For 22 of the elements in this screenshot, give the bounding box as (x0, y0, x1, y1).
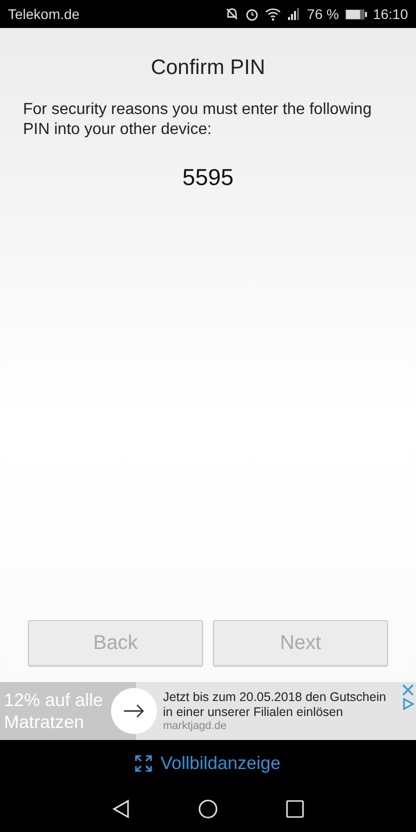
battery-icon (344, 8, 367, 20)
ad-banner[interactable]: 12% auf alle Matratzen Jetzt bis zum 20.05.2018 den Gutschein in einer unserer Filialen einlösen marktjagd.de (0, 682, 416, 740)
mute-icon (225, 7, 240, 21)
pin-code: 5595 (181, 164, 235, 191)
fullscreen-link[interactable]: Vollbildanzeige (0, 740, 416, 786)
back-icon[interactable] (112, 799, 130, 819)
carrier-name: Telekom.de (8, 6, 80, 22)
battery-percentage: 76 % (307, 6, 339, 22)
wifi-icon (265, 8, 282, 20)
arrow-icon (123, 704, 145, 718)
signal-icon (287, 8, 302, 20)
instruction-text: For security reasons you must enter the following PIN into your other device: (23, 100, 373, 140)
ad-headline: 12% auf alle Matratzen (4, 689, 104, 733)
ad-domain: marktjagd.de (163, 720, 228, 732)
alarm-icon (245, 7, 260, 21)
ad-text: Jetzt bis zum 20.05.2018 den Gutschein in einer unserer Filialen einlösen (163, 690, 388, 720)
arrow-button[interactable] (111, 688, 157, 734)
recents-icon[interactable] (286, 800, 304, 818)
expand-icon (135, 754, 152, 772)
home-icon[interactable] (198, 799, 218, 819)
dialog-title: Confirm PIN (150, 56, 266, 80)
clock-time: 16:10 (372, 6, 408, 22)
